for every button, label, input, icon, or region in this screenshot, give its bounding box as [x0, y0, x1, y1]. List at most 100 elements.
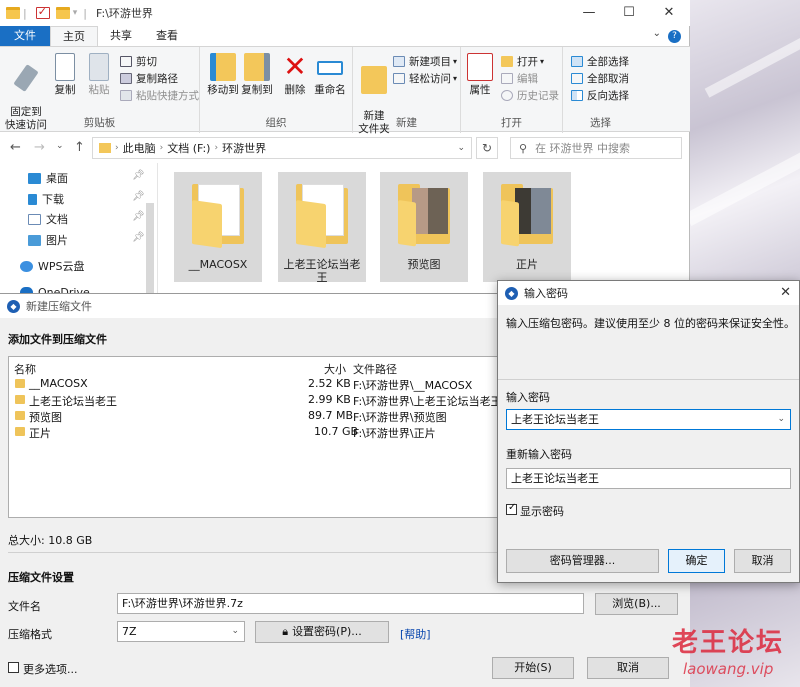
close-button[interactable]: ✕ — [652, 0, 686, 26]
minimize-button[interactable]: — — [572, 0, 606, 26]
open-button[interactable]: 打开 ▾ — [501, 54, 544, 69]
column-header-name[interactable]: 名称 — [14, 361, 36, 377]
nav-scrollbar[interactable] — [146, 203, 154, 293]
pin-icon[interactable]: 📌︎ — [132, 191, 145, 202]
rename-button[interactable]: 重命名 — [312, 53, 348, 97]
back-arrow-icon[interactable]: ← — [10, 140, 21, 155]
table-row[interactable]: 上老王论坛当老王 2.99 KB F:\环游世界\上老王论坛当老王 — [9, 392, 502, 408]
show-password-label[interactable]: 显示密码 — [520, 503, 564, 519]
copy-path-icon — [120, 73, 132, 84]
close-icon[interactable]: ✕ — [780, 285, 791, 300]
folder-icon — [501, 182, 553, 247]
edit-icon — [501, 73, 513, 84]
pin-icon[interactable]: 📌︎ — [132, 170, 145, 181]
invert-selection-button[interactable]: 反向选择 — [571, 88, 629, 103]
ok-button[interactable]: 确定 — [668, 549, 725, 573]
watermark-brand: 老王论坛 — [672, 628, 785, 658]
show-password-checkbox[interactable] — [506, 502, 517, 515]
browse-button[interactable]: 浏览(B)... — [595, 593, 678, 615]
folder-icon — [15, 379, 25, 388]
file-list[interactable]: 名称 大小 文件路径 __MACOSX 2.52 KB F:\环游世界\__MA… — [8, 356, 502, 518]
paste-button[interactable]: 粘贴 — [86, 53, 112, 97]
history-button[interactable]: 历史记录 — [501, 88, 559, 103]
cancel-button[interactable]: 取消 — [587, 657, 669, 679]
nav-item-downloads[interactable]: 下载 — [28, 191, 64, 207]
nav-item-documents[interactable]: 文档 — [28, 211, 68, 227]
quick-access-dropdown-icon[interactable]: ▾ — [73, 8, 78, 18]
file-tile-macosx[interactable]: __MACOSX — [174, 172, 262, 282]
select-none-button[interactable]: 全部取消 — [571, 71, 629, 86]
select-group-label: 选择 — [590, 117, 611, 129]
refresh-icon[interactable]: ↻ — [476, 137, 498, 159]
new-item-button[interactable]: 新建项目 ▾ — [393, 54, 457, 69]
format-select[interactable]: 7Z ⌄ — [117, 621, 245, 642]
bandizip-logo-icon: ◆ — [505, 286, 518, 300]
file-tile-laowang[interactable]: 上老王论坛当老王 — [278, 172, 366, 284]
breadcrumb-current-folder[interactable]: 环游世界 — [222, 140, 266, 156]
pin-icon[interactable]: 📌︎ — [132, 232, 145, 243]
copy-button[interactable]: 复制 — [52, 53, 78, 97]
paste-shortcut-button[interactable]: 粘贴快捷方式 — [120, 88, 199, 103]
edit-button[interactable]: 编辑 — [501, 71, 538, 86]
folder-icon — [192, 182, 244, 249]
table-row[interactable]: __MACOSX 2.52 KB F:\环游世界\__MACOSX — [9, 376, 499, 392]
pin-icon[interactable]: 📌︎ — [132, 211, 145, 222]
new-folder-quick-icon[interactable] — [55, 7, 70, 19]
recent-locations-icon[interactable]: ⌄ — [56, 141, 64, 151]
copy-to-icon — [244, 53, 270, 81]
tab-view[interactable]: 查看 — [144, 26, 190, 46]
rename-icon — [317, 61, 343, 75]
chevron-down-icon[interactable]: ⌄ — [777, 410, 785, 429]
copy-path-button[interactable]: 复制路径 — [120, 71, 178, 86]
open-group-label: 打开 — [501, 117, 522, 129]
password-input[interactable]: 上老王论坛当老王 ⌄ — [506, 409, 791, 430]
breadcrumb-drive[interactable]: 文档 (F:) — [167, 140, 210, 156]
tab-file[interactable]: 文件 — [0, 26, 50, 46]
copy-icon — [55, 53, 75, 81]
easy-access-button[interactable]: 轻松访问 ▾ — [393, 71, 457, 86]
address-bar[interactable]: › 此电脑 › 文档 (F:) › 环游世界 ⌄ — [92, 137, 472, 159]
search-input[interactable]: ⚲ 在 环游世界 中搜索 — [510, 137, 682, 159]
cancel-button[interactable]: 取消 — [734, 549, 791, 573]
more-options-label[interactable]: 更多选项... — [23, 661, 78, 677]
file-tile-main[interactable]: 正片 — [483, 172, 571, 282]
file-explorer-window: | ▾ | F:\环游世界 — ☐ ✕ 文件 主页 共享 查看 ⌄ ? 固定到 … — [0, 0, 690, 300]
documents-icon — [28, 213, 41, 225]
help-link[interactable]: [帮助] — [400, 626, 431, 642]
delete-button[interactable]: ✕ 删除 — [282, 53, 308, 97]
help-icon[interactable]: ? — [668, 30, 681, 43]
up-arrow-icon[interactable]: ↑ — [74, 140, 85, 155]
nav-item-desktop[interactable]: 桌面 — [28, 170, 68, 186]
table-row[interactable]: 预览图 89.7 MB F:\环游世界\预览图 — [9, 408, 499, 424]
copy-to-button[interactable]: 复制到 — [240, 53, 274, 97]
password-manager-button[interactable]: 密码管理器... — [506, 549, 659, 573]
forward-arrow-icon[interactable]: → — [34, 140, 45, 155]
reenter-password-input[interactable]: 上老王论坛当老王 — [506, 468, 791, 489]
set-password-button[interactable]: 🔒︎ 设置密码(P)... — [255, 621, 389, 643]
nav-item-pictures[interactable]: 图片 — [28, 232, 68, 248]
scissors-icon — [120, 56, 132, 67]
nav-item-wps-cloud[interactable]: WPS云盘 — [20, 258, 85, 274]
select-all-button[interactable]: 全部选择 — [571, 54, 629, 69]
properties-button[interactable]: 属性 — [467, 53, 493, 97]
move-to-button[interactable]: 移动到 — [206, 53, 240, 97]
password-label: 输入密码 — [506, 391, 550, 404]
folder-icon — [99, 143, 111, 153]
start-button[interactable]: 开始(S) — [492, 657, 574, 679]
maximize-button[interactable]: ☐ — [612, 0, 646, 26]
cut-button[interactable]: 剪切 — [120, 54, 157, 69]
more-options-checkbox[interactable] — [8, 662, 19, 673]
properties-quick-icon[interactable] — [35, 5, 50, 19]
column-header-size[interactable]: 大小 — [324, 361, 346, 377]
column-header-path[interactable]: 文件路径 — [353, 361, 397, 377]
file-tile-preview[interactable]: 预览图 — [380, 172, 468, 282]
tab-share[interactable]: 共享 — [98, 26, 144, 46]
tab-home[interactable]: 主页 — [50, 26, 98, 46]
breadcrumb-this-pc[interactable]: 此电脑 — [123, 140, 156, 156]
table-row[interactable]: 正片 10.7 GB F:\环游世界\正片 — [9, 424, 499, 440]
lock-icon: 🔒︎ — [282, 625, 289, 638]
archive-filename-input[interactable]: F:\环游世界\环游世界.7z — [117, 593, 584, 614]
ribbon-collapse-icon[interactable]: ⌄ — [653, 28, 661, 39]
address-dropdown-icon[interactable]: ⌄ — [457, 143, 465, 153]
delete-x-icon: ✕ — [283, 50, 307, 83]
